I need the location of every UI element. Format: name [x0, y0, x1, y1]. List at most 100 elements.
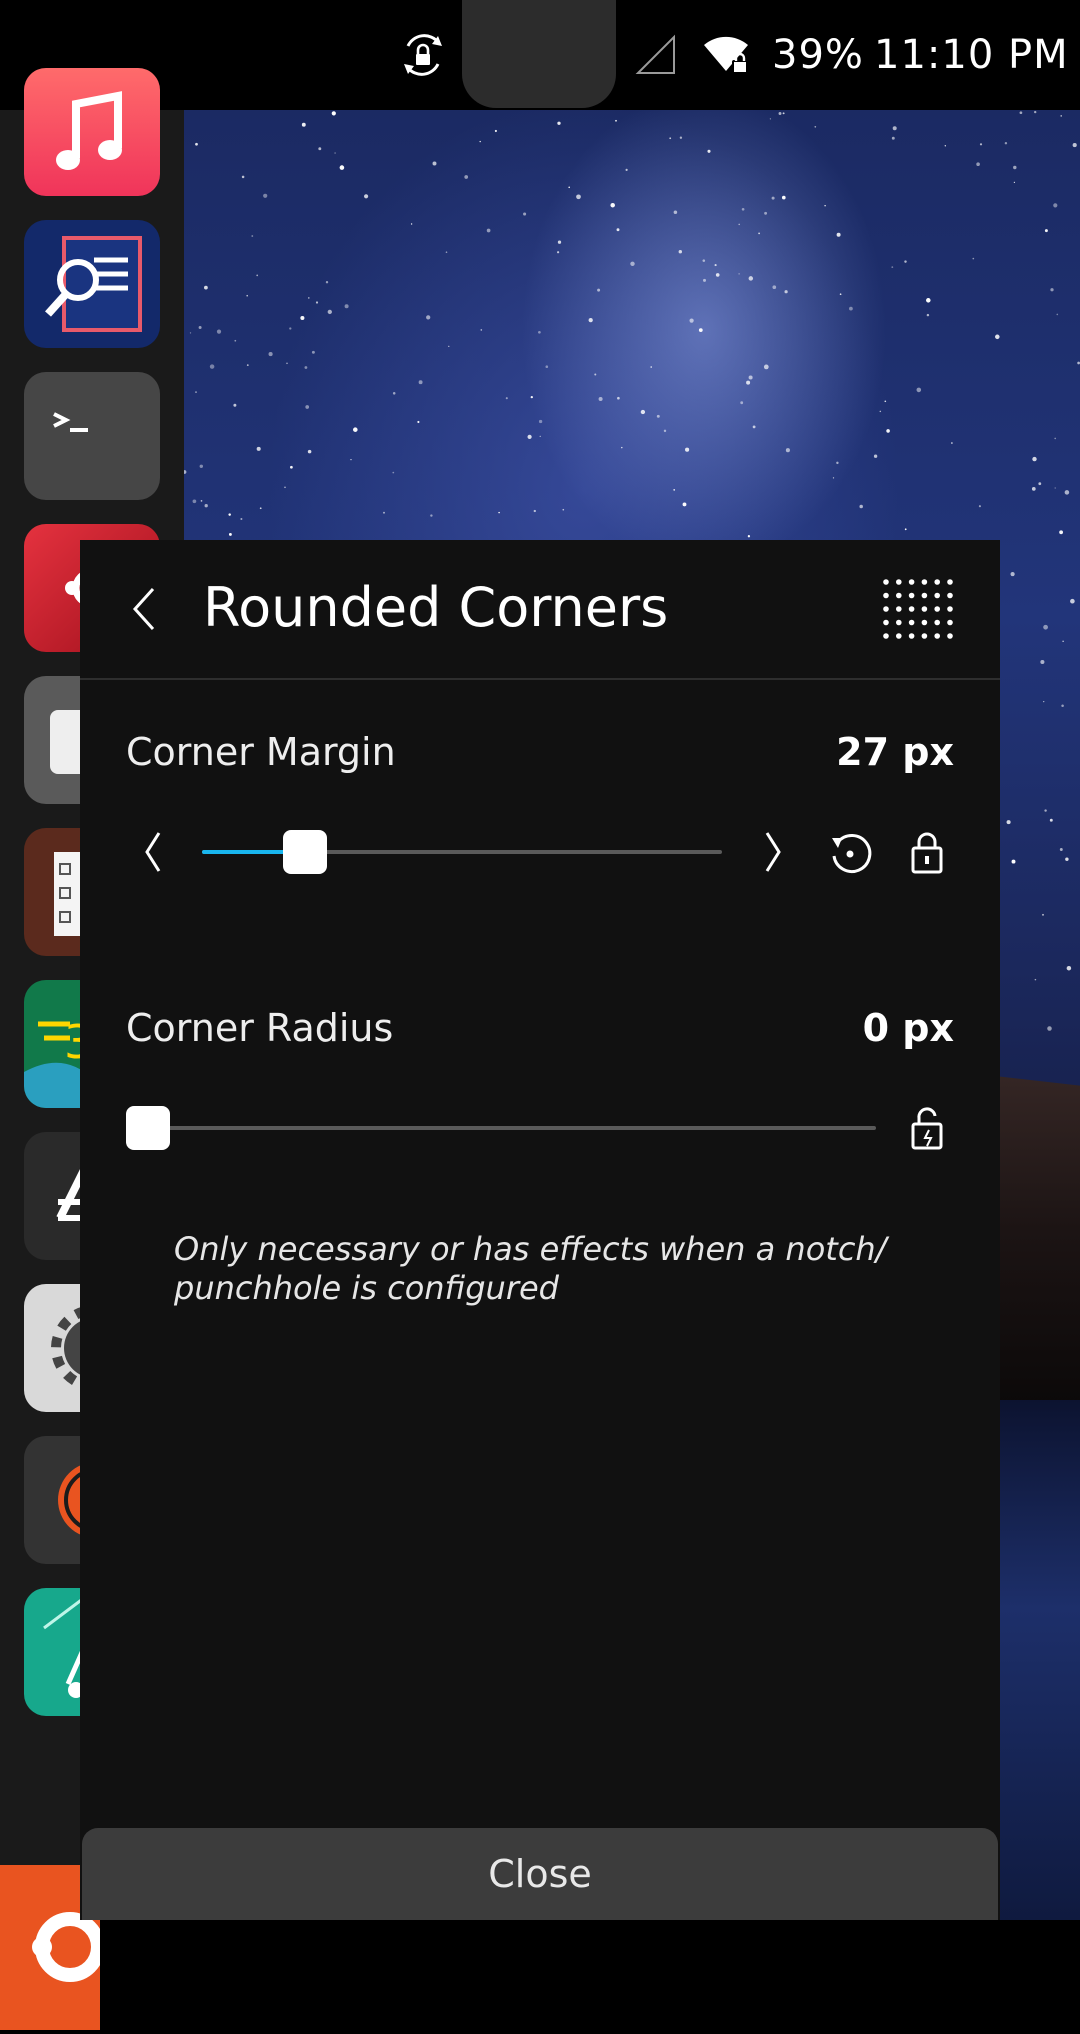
star: [530, 395, 533, 399]
star: [1061, 704, 1064, 707]
star: [1043, 700, 1045, 703]
unlock-radius-button[interactable]: [897, 1098, 957, 1158]
grid-dot: [896, 579, 902, 585]
star: [621, 446, 623, 449]
star: [228, 513, 231, 516]
star: [195, 391, 197, 393]
star: [979, 143, 983, 146]
corner-margin-slider[interactable]: [202, 820, 722, 884]
star: [703, 278, 706, 282]
star: [702, 259, 706, 262]
terminal-app-icon[interactable]: [24, 372, 160, 500]
star: [383, 511, 385, 514]
star: [772, 285, 777, 290]
star: [1054, 487, 1056, 489]
star: [1006, 820, 1011, 825]
star: [1013, 165, 1017, 170]
lock-margin-button[interactable]: [897, 822, 957, 882]
decrease-margin-button[interactable]: [124, 822, 184, 882]
star: [246, 364, 249, 366]
star: [200, 500, 203, 502]
document-viewer-app-icon[interactable]: [24, 220, 160, 348]
star: [916, 387, 922, 393]
wifi-secure-icon[interactable]: [700, 20, 752, 90]
star: [836, 232, 841, 237]
star: [268, 352, 273, 357]
star: [1042, 913, 1044, 916]
music-app-icon[interactable]: [24, 68, 160, 196]
star: [538, 330, 541, 334]
star: [557, 240, 562, 244]
star: [741, 207, 745, 211]
star: [195, 142, 198, 146]
grid-dot: [947, 606, 953, 612]
star: [763, 364, 769, 370]
grid-dot: [883, 592, 889, 599]
grid-menu-button[interactable]: [880, 576, 956, 642]
corner-radius-slider[interactable]: [126, 1096, 876, 1160]
grid-dot: [908, 633, 915, 639]
corner-radius-value: 0 px: [862, 1006, 954, 1050]
star: [594, 373, 597, 376]
grid-dot: [934, 579, 940, 585]
star: [836, 461, 839, 465]
star: [1072, 143, 1077, 148]
star: [486, 228, 491, 233]
star: [891, 266, 894, 268]
star: [1070, 598, 1075, 604]
star: [339, 165, 345, 170]
star: [480, 329, 483, 331]
star: [771, 196, 775, 200]
star: [859, 504, 863, 509]
star: [747, 535, 751, 538]
star: [714, 264, 717, 267]
star: [305, 405, 310, 409]
slider-thumb[interactable]: [282, 830, 327, 874]
star: [1019, 111, 1023, 115]
cellular-signal-icon: [634, 20, 678, 90]
grid-dot: [934, 606, 940, 612]
star: [944, 145, 946, 147]
star: [545, 365, 549, 368]
panel-header: Rounded Corners: [80, 540, 1000, 680]
back-button[interactable]: [110, 574, 180, 644]
star: [615, 119, 617, 122]
star: [364, 194, 369, 199]
star: [698, 328, 703, 332]
star: [1032, 456, 1037, 462]
grid-dot: [921, 633, 928, 639]
star: [995, 334, 1000, 340]
star: [738, 273, 740, 275]
increase-margin-button[interactable]: [742, 822, 802, 882]
star: [1044, 809, 1047, 812]
star: [448, 345, 450, 347]
slider-thumb[interactable]: [126, 1106, 170, 1150]
star: [307, 449, 312, 454]
chevron-right-icon: [765, 832, 781, 872]
star: [682, 502, 687, 507]
star: [228, 532, 232, 536]
rotation-lock-icon[interactable]: [398, 20, 448, 90]
unlock-icon: [911, 1107, 943, 1150]
grid-dot: [934, 633, 940, 639]
star: [764, 211, 768, 215]
star: [886, 429, 890, 433]
lock-icon: [911, 832, 943, 874]
reset-button[interactable]: [820, 822, 880, 882]
corner-radius-label: Corner Radius: [126, 1006, 394, 1050]
close-button[interactable]: Close: [82, 1828, 998, 1920]
star: [707, 149, 711, 153]
star: [315, 301, 319, 304]
star: [1059, 848, 1063, 851]
page-title: Rounded Corners: [203, 576, 669, 639]
star: [1047, 1026, 1052, 1031]
grid-dot: [896, 633, 902, 639]
star: [479, 140, 481, 143]
star: [978, 505, 981, 508]
grid-dot: [908, 606, 915, 612]
star: [1053, 203, 1058, 208]
star: [781, 195, 786, 200]
star: [445, 251, 448, 254]
star: [301, 122, 306, 127]
grid-dot: [908, 592, 915, 599]
